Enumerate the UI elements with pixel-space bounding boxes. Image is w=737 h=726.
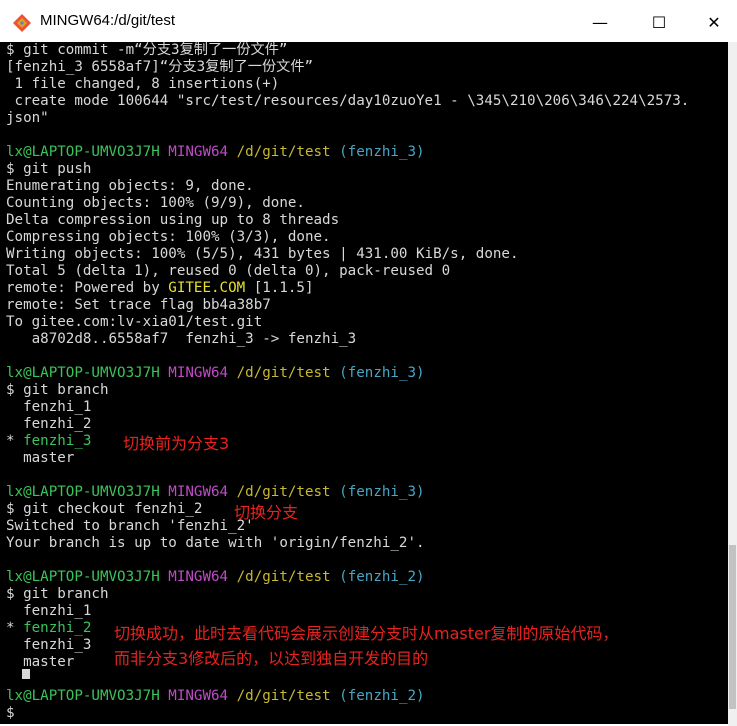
prompt-user: lx@LAPTOP-UMVO3J7H bbox=[6, 484, 160, 500]
branch-item: master bbox=[6, 450, 75, 466]
annotation-before-switch: 切换前为分支3 bbox=[123, 434, 230, 453]
branch-item: fenzhi_3 bbox=[6, 637, 92, 653]
branch-item: fenzhi_1 bbox=[6, 603, 92, 619]
remote-version: [1.1.5] bbox=[245, 280, 314, 296]
prompt-user: lx@LAPTOP-UMVO3J7H bbox=[6, 569, 160, 585]
branch-item-current: * fenzhi_2 bbox=[6, 620, 91, 637]
text-cursor bbox=[22, 669, 30, 679]
prompt-path: /d/git/test bbox=[236, 484, 331, 500]
branch-item-current: * fenzhi_3 bbox=[6, 433, 91, 450]
scrollbar-thumb[interactable] bbox=[729, 545, 736, 709]
prompt-line: lx@LAPTOP-UMVO3J7H MINGW64 /d/git/test (… bbox=[6, 569, 425, 586]
prompt-path: /d/git/test bbox=[236, 688, 331, 704]
minimize-button[interactable]: — bbox=[577, 0, 623, 44]
terminal-line: $ git commit -m“分支3复制了一份文件” bbox=[6, 42, 288, 58]
terminal-line: Delta compression using up to 8 threads bbox=[6, 212, 340, 228]
minimize-icon: — bbox=[592, 12, 608, 32]
prompt-path: /d/git/test bbox=[236, 569, 331, 585]
prompt-user: lx@LAPTOP-UMVO3J7H bbox=[6, 688, 160, 704]
terminal-line: 1 file changed, 8 insertions(+) bbox=[6, 76, 280, 92]
terminal-line: $ git checkout fenzhi_2 bbox=[6, 501, 203, 517]
prompt-host: MINGW64 bbox=[168, 569, 229, 585]
close-button[interactable]: ✕ bbox=[691, 0, 737, 44]
prompt-host: MINGW64 bbox=[168, 365, 229, 381]
terminal-line: To gitee.com:lv-xia01/test.git bbox=[6, 314, 263, 330]
terminal-line: a8702d8..6558af7 fenzhi_3 -> fenzhi_3 bbox=[6, 331, 357, 347]
prompt-line: lx@LAPTOP-UMVO3J7H MINGW64 /d/git/test (… bbox=[6, 688, 425, 705]
current-branch: fenzhi_3 bbox=[23, 433, 92, 449]
prompt-line: lx@LAPTOP-UMVO3J7H MINGW64 /d/git/test (… bbox=[6, 365, 425, 382]
terminal-line: $ git push bbox=[6, 161, 92, 177]
title-bar[interactable]: MINGW64:/d/git/test — ☐ ✕ bbox=[0, 0, 737, 44]
terminal-line: $ git branch bbox=[6, 586, 109, 602]
prompt-path: /d/git/test bbox=[236, 144, 331, 160]
terminal-line: [fenzhi_3 6558af7]“分支3复制了一份文件” bbox=[6, 59, 314, 75]
input-line[interactable]: $ bbox=[6, 705, 23, 722]
terminal-line: remote: Powered by GITEE.COM [1.1.5] bbox=[6, 280, 314, 297]
prompt-branch: (fenzhi_2) bbox=[339, 569, 425, 585]
prompt-user: lx@LAPTOP-UMVO3J7H bbox=[6, 365, 160, 381]
window-title: MINGW64:/d/git/test bbox=[40, 12, 176, 29]
terminal-line: Total 5 (delta 1), reused 0 (delta 0), p… bbox=[6, 263, 451, 279]
prompt-path: /d/git/test bbox=[236, 365, 331, 381]
gitee-link: GITEE.COM bbox=[168, 280, 246, 296]
prompt-branch: (fenzhi_3) bbox=[339, 484, 425, 500]
prompt-branch: (fenzhi_3) bbox=[339, 365, 425, 381]
terminal-line: remote: Set trace flag bb4a38b7 bbox=[6, 297, 271, 313]
terminal-line: Counting objects: 100% (9/9), done. bbox=[6, 195, 305, 211]
prompt-host: MINGW64 bbox=[168, 144, 229, 160]
terminal-window: MINGW64:/d/git/test — ☐ ✕ $ git commit -… bbox=[0, 0, 737, 726]
current-marker: * bbox=[6, 620, 24, 636]
maximize-icon: ☐ bbox=[651, 12, 667, 32]
maximize-button[interactable]: ☐ bbox=[636, 0, 682, 44]
remote-text: remote: Powered by bbox=[6, 280, 169, 296]
git-bash-icon bbox=[13, 14, 31, 32]
prompt-line: lx@LAPTOP-UMVO3J7H MINGW64 /d/git/test (… bbox=[6, 144, 425, 161]
current-marker: * bbox=[6, 433, 24, 449]
terminal-line: Switched to branch 'fenzhi_2' bbox=[6, 518, 254, 534]
prompt-line: lx@LAPTOP-UMVO3J7H MINGW64 /d/git/test (… bbox=[6, 484, 425, 501]
branch-item: fenzhi_2 bbox=[6, 416, 92, 432]
annotation-purpose: 而非分支3修改后的，以达到独自开发的目的 bbox=[114, 649, 429, 668]
terminal-line: create mode 100644 "src/test/resources/d… bbox=[6, 93, 690, 109]
terminal-line: Enumerating objects: 9, done. bbox=[6, 178, 254, 194]
prompt-host: MINGW64 bbox=[168, 484, 229, 500]
annotation-switch-branch: 切换分支 bbox=[234, 503, 299, 522]
prompt-branch: (fenzhi_2) bbox=[339, 688, 425, 704]
prompt-user: lx@LAPTOP-UMVO3J7H bbox=[6, 144, 160, 160]
branch-item: master bbox=[6, 654, 75, 670]
terminal-line: json" bbox=[6, 110, 49, 126]
terminal-line: Your branch is up to date with 'origin/f… bbox=[6, 535, 425, 551]
branch-item: fenzhi_1 bbox=[6, 399, 92, 415]
terminal-line: Compressing objects: 100% (3/3), done. bbox=[6, 229, 331, 245]
terminal-line: Writing objects: 100% (5/5), 431 bytes |… bbox=[6, 246, 519, 262]
annotation-success: 切换成功，此时去看代码会展示创建分支时从master复制的原始代码， bbox=[114, 624, 619, 643]
prompt-host: MINGW64 bbox=[168, 688, 229, 704]
close-icon: ✕ bbox=[707, 12, 721, 32]
current-branch: fenzhi_2 bbox=[23, 620, 92, 636]
prompt-branch: (fenzhi_3) bbox=[339, 144, 425, 160]
terminal-line: $ git branch bbox=[6, 382, 109, 398]
